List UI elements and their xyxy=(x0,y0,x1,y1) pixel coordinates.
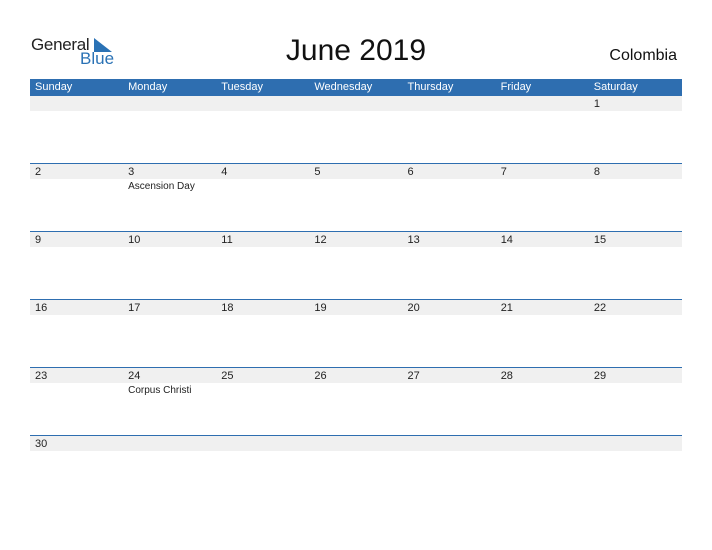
day-cell: 15 xyxy=(589,232,682,299)
day-cell: 12 xyxy=(309,232,402,299)
day-number: 14 xyxy=(500,234,513,246)
day-number: 4 xyxy=(221,166,228,178)
day-cell: 3 Ascension Day xyxy=(123,164,216,231)
day-number: 23 xyxy=(35,370,48,382)
day-number: 13 xyxy=(407,234,420,246)
day-cell: 7 xyxy=(496,164,589,231)
day-cell xyxy=(309,96,402,163)
week-row: 2 3 Ascension Day 4 5 6 7 8 xyxy=(30,163,682,231)
day-number: 9 xyxy=(35,234,42,246)
day-cell xyxy=(30,96,123,163)
day-cell xyxy=(496,436,589,503)
day-cell: 4 xyxy=(216,164,309,231)
day-cell: 17 xyxy=(123,300,216,367)
weekday-monday: Monday xyxy=(128,81,168,93)
day-cell: 29 xyxy=(589,368,682,435)
day-number: 19 xyxy=(314,302,327,314)
day-number: 21 xyxy=(500,302,513,314)
day-number: 8 xyxy=(593,166,600,178)
day-number: 10 xyxy=(128,234,141,246)
day-cell: 19 xyxy=(309,300,402,367)
week-row: 23 24 Corpus Christi 25 26 27 28 29 xyxy=(30,367,682,435)
day-number: 24 xyxy=(128,370,141,382)
day-cell: 24 Corpus Christi xyxy=(123,368,216,435)
day-cell: 11 xyxy=(216,232,309,299)
day-number: 12 xyxy=(314,234,327,246)
day-number: 28 xyxy=(500,370,513,382)
day-number: 25 xyxy=(221,370,234,382)
day-number: 16 xyxy=(35,302,48,314)
day-number: 3 xyxy=(128,166,135,178)
page-title: June 2019 xyxy=(285,34,427,67)
day-number: 11 xyxy=(221,234,233,246)
day-cell xyxy=(403,436,496,503)
day-cell: 6 xyxy=(403,164,496,231)
day-cell: 9 xyxy=(30,232,123,299)
day-cell: 1 xyxy=(589,96,682,163)
day-cell: 14 xyxy=(496,232,589,299)
holiday-label: Ascension Day xyxy=(128,181,195,192)
weekday-thursday: Thursday xyxy=(407,81,454,93)
weeks: 1 2 3 Ascension Day 4 5 6 7 8 9 10 11 12 13 14 15 16 17 18… xyxy=(30,96,682,503)
day-cell xyxy=(216,96,309,163)
day-cell: 8 xyxy=(589,164,682,231)
day-cell: 5 xyxy=(309,164,402,231)
day-cell: 26 xyxy=(309,368,402,435)
day-cell: 13 xyxy=(403,232,496,299)
day-number: 2 xyxy=(35,166,42,178)
day-cell xyxy=(496,96,589,163)
day-cell xyxy=(216,436,309,503)
day-cell: 27 xyxy=(403,368,496,435)
day-number: 29 xyxy=(593,370,607,382)
day-cell: 2 xyxy=(30,164,123,231)
day-number: 15 xyxy=(593,234,607,246)
calendar: Sunday Monday Tuesday Wednesday Thursday… xyxy=(30,79,682,503)
day-number: 30 xyxy=(35,438,48,450)
week-row: 9 10 11 12 13 14 15 xyxy=(30,231,682,299)
day-cell xyxy=(123,96,216,163)
weekday-tuesday: Tuesday xyxy=(221,81,264,93)
day-cell: 23 xyxy=(30,368,123,435)
day-cell: 22 xyxy=(589,300,682,367)
week-row: 1 xyxy=(30,96,682,163)
country-label: Colombia xyxy=(609,47,677,64)
day-number: 26 xyxy=(314,370,327,382)
day-number: 27 xyxy=(407,370,420,382)
day-number: 7 xyxy=(500,166,507,178)
weekday-saturday: Saturday xyxy=(593,81,638,93)
day-cell: 25 xyxy=(216,368,309,435)
day-number: 18 xyxy=(221,302,234,314)
day-number: 22 xyxy=(593,302,607,314)
weekday-wednesday: Wednesday xyxy=(314,81,373,93)
day-cell xyxy=(123,436,216,503)
weekday-sunday: Sunday xyxy=(35,81,73,93)
day-number: 6 xyxy=(407,166,414,178)
day-cell xyxy=(589,436,682,503)
day-cell: 20 xyxy=(403,300,496,367)
weekday-header: Sunday Monday Tuesday Wednesday Thursday… xyxy=(30,79,682,96)
day-cell: 28 xyxy=(496,368,589,435)
day-cell xyxy=(309,436,402,503)
day-cell: 18 xyxy=(216,300,309,367)
day-number: 17 xyxy=(128,302,141,314)
weekday-friday: Friday xyxy=(500,81,532,93)
week-row: 16 17 18 19 20 21 22 xyxy=(30,299,682,367)
day-cell: 10 xyxy=(123,232,216,299)
day-cell: 21 xyxy=(496,300,589,367)
holiday-label: Corpus Christi xyxy=(128,385,192,396)
day-cell: 30 xyxy=(30,436,123,503)
day-cell xyxy=(403,96,496,163)
day-cell: 16 xyxy=(30,300,123,367)
day-number: 5 xyxy=(314,166,321,178)
day-number: 20 xyxy=(407,302,420,314)
day-number: 1 xyxy=(593,98,600,110)
week-row: 30 xyxy=(30,435,682,503)
